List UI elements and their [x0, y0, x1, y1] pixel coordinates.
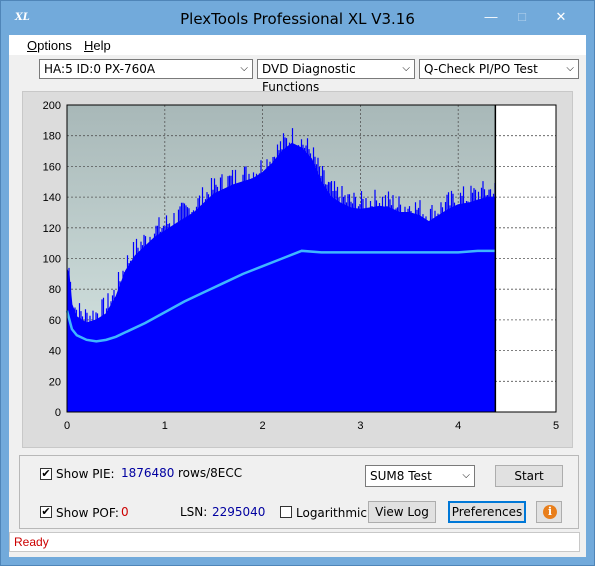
y-tick-label: 200 [43, 100, 61, 112]
status-text: Ready [14, 535, 49, 549]
start-button[interactable]: Start [495, 465, 563, 487]
show-poe-checkbox[interactable]: ✔ [40, 506, 52, 518]
title-bar[interactable]: XL PlexTools Professional XL V3.16 — □ ✕ [1, 1, 594, 35]
chevron-down-icon: ⌵ [462, 470, 470, 481]
show-pie-checkbox[interactable]: ✔ [40, 468, 52, 480]
window-title: PlexTools Professional XL V3.16 [180, 10, 415, 28]
chevron-down-icon: ⌵ [566, 63, 574, 74]
y-tick-label: 180 [43, 131, 61, 143]
preferences-button[interactable]: Preferences [448, 501, 526, 523]
x-tick-label: 5 [553, 420, 559, 432]
pie-value: 1876480 [121, 466, 175, 480]
minimize-icon[interactable]: — [477, 7, 505, 27]
menu-bar: Options Help [9, 35, 586, 55]
lsn-value: 2295040 [212, 505, 266, 519]
x-tick-label: 1 [162, 420, 168, 432]
y-tick-label: 20 [49, 376, 61, 388]
sum-select[interactable]: SUM8 Test ⌵ [365, 465, 475, 487]
y-tick-label: 140 [43, 192, 61, 204]
function-select[interactable]: DVD Diagnostic Functions ⌵ [257, 59, 415, 94]
maximize-icon[interactable]: □ [508, 7, 536, 27]
status-bar: Ready [9, 532, 580, 552]
x-tick-label: 4 [455, 420, 461, 432]
close-icon[interactable]: ✕ [539, 7, 583, 27]
y-tick-label: 80 [49, 284, 61, 296]
pie-unit: rows/8ECC [178, 466, 243, 480]
test-select[interactable]: Q-Check PI/PO Test ⌵ [419, 59, 579, 79]
chevron-down-icon: ⌵ [240, 63, 248, 74]
device-select-value: HA:5 ID:0 PX-760A [44, 62, 156, 76]
info-button[interactable]: i [536, 501, 562, 523]
logarithmic-checkbox[interactable] [280, 506, 292, 518]
device-select[interactable]: HA:5 ID:0 PX-760A ⌵ [39, 59, 253, 79]
lsn-label: LSN: [180, 505, 208, 519]
app-window: XL PlexTools Professional XL V3.16 — □ ✕… [0, 0, 595, 566]
start-button-label: Start [514, 469, 544, 483]
pi-po-chart: 0 20 40 60 80 100 120 140 160 180 200 0 1 2 3 4 5 [43, 100, 559, 432]
y-tick-label: 100 [43, 254, 61, 266]
chevron-down-icon: ⌵ [402, 63, 410, 74]
show-poe-label: Show POF: [56, 506, 119, 520]
y-tick-label: 120 [43, 223, 61, 235]
view-log-label: View Log [375, 505, 429, 519]
y-tick-label: 160 [43, 161, 61, 173]
sum-select-value: SUM8 Test [370, 469, 432, 483]
chart-panel: 0 20 40 60 80 100 120 140 160 180 200 0 1 2 3 4 5 [22, 91, 573, 448]
logarithmic-label: Logarithmic [296, 506, 367, 520]
x-tick-label: 2 [260, 420, 266, 432]
x-tick-label: 3 [357, 420, 363, 432]
view-log-button[interactable]: View Log [368, 501, 436, 523]
info-icon: i [543, 505, 557, 519]
client-area: Options Help HA:5 ID:0 PX-760A ⌵ DVD Dia… [9, 35, 586, 557]
menu-options[interactable]: Options [27, 38, 72, 53]
y-tick-label: 40 [49, 346, 61, 358]
y-tick-label: 60 [49, 315, 61, 327]
menu-help[interactable]: Help [84, 38, 111, 53]
test-select-value: Q-Check PI/PO Test [424, 62, 538, 76]
y-tick-label: 0 [55, 407, 61, 419]
show-pie-label: Show PIE: [56, 467, 115, 481]
preferences-label: Preferences [451, 505, 523, 519]
x-tick-label: 0 [64, 420, 70, 432]
function-select-value: DVD Diagnostic Functions [262, 62, 356, 94]
poe-value: 0 [121, 505, 129, 519]
